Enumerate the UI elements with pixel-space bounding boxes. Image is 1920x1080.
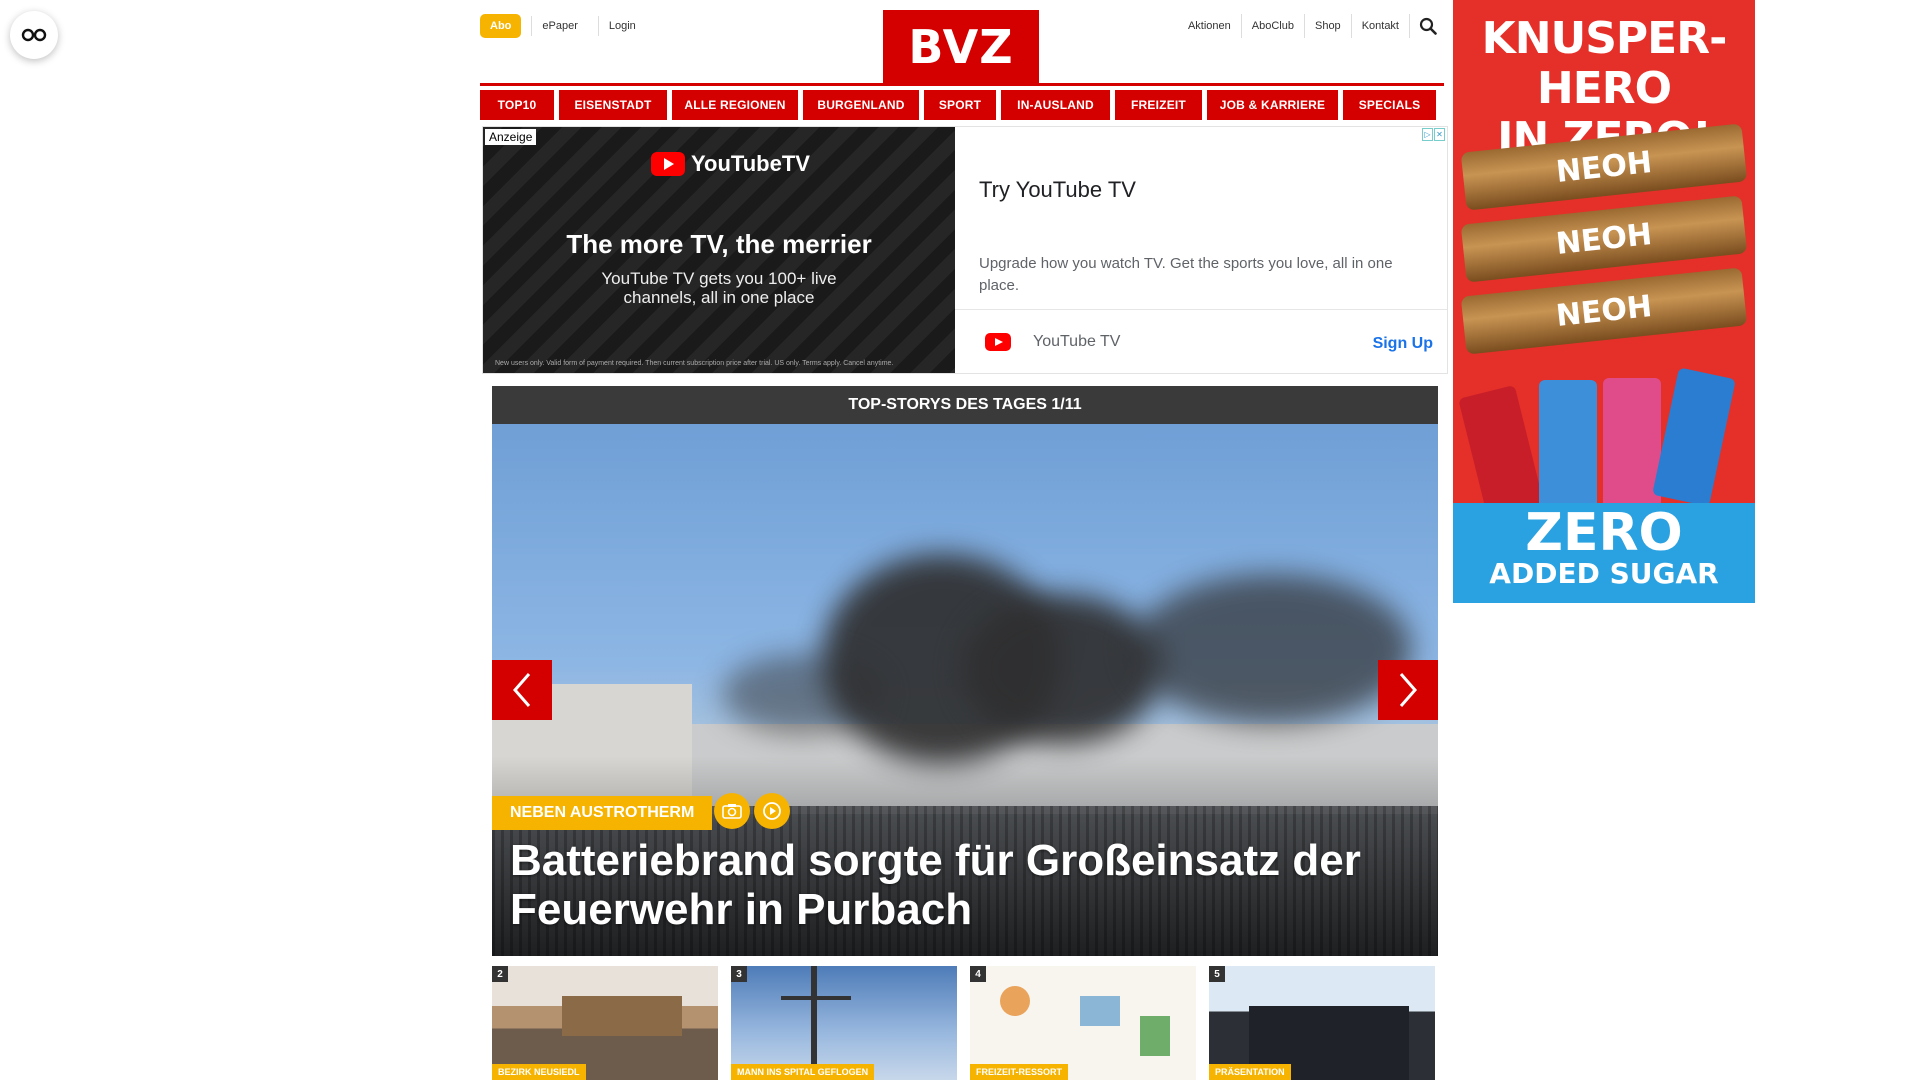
nav-alle-regionen[interactable]: ALLE REGIONEN bbox=[672, 90, 798, 120]
shop-link[interactable]: Shop bbox=[1305, 14, 1352, 38]
hero-kicker[interactable]: NEBEN AUSTROTHERM bbox=[492, 796, 713, 830]
header-left-links: Abo ePaper Login bbox=[480, 14, 646, 38]
story-thumbnail[interactable]: 4 FREIZEIT-RESSORT bbox=[970, 966, 1196, 1080]
nav-in-ausland[interactable]: IN-AUSLAND bbox=[1001, 90, 1110, 120]
carousel-next-button[interactable] bbox=[1378, 660, 1438, 720]
search-icon bbox=[1419, 17, 1437, 35]
hero-headline[interactable]: Batteriebrand sorgte für Großeinsatz der… bbox=[510, 836, 1410, 934]
site-logo[interactable]: BVZ bbox=[883, 10, 1039, 84]
youtube-tv-brand: YouTubeTV bbox=[691, 151, 810, 176]
ad-advertiser-name: YouTube TV bbox=[1033, 333, 1121, 350]
thumbnail-kicker: MANN INS SPITAL GEFLOGEN bbox=[731, 1064, 875, 1080]
reader-mode-button[interactable] bbox=[10, 11, 58, 59]
aktionen-link[interactable]: Aktionen bbox=[1178, 14, 1242, 38]
product-pack bbox=[1539, 380, 1597, 510]
ad-signup-button[interactable]: Sign Up bbox=[1373, 335, 1433, 353]
nav-eisenstadt[interactable]: EISENSTADT bbox=[559, 90, 667, 120]
ad-subline: YouTube TV gets you 100+ live channels, … bbox=[601, 269, 837, 307]
product-pack bbox=[1652, 367, 1736, 507]
video-badge bbox=[754, 793, 790, 829]
hero-image-smoke bbox=[962, 594, 1162, 744]
ad-text-panel[interactable]: Try YouTube TV Upgrade how you watch TV.… bbox=[955, 127, 1447, 373]
thumbnail-image-crossbar bbox=[781, 996, 851, 1000]
ad-close-icon[interactable]: ✕ bbox=[1434, 128, 1445, 141]
nav-specials[interactable]: SPECIALS bbox=[1343, 90, 1436, 120]
header-divider bbox=[480, 83, 1444, 86]
main-navigation: TOP10 EISENSTADT ALLE REGIONEN BURGENLAN… bbox=[480, 90, 1444, 120]
youtube-icon bbox=[985, 333, 1011, 351]
thumbnail-number: 5 bbox=[1209, 966, 1225, 982]
thumbnail-kicker: PRÄSENTATION bbox=[1209, 1064, 1291, 1080]
thumbnail-number: 2 bbox=[492, 966, 508, 982]
story-thumbnail[interactable]: 2 BEZIRK NEUSIEDL bbox=[492, 966, 718, 1080]
story-thumbnail[interactable]: 5 PRÄSENTATION bbox=[1209, 966, 1435, 1080]
thumbnail-image-pole bbox=[811, 966, 817, 1080]
youtube-play-icon bbox=[651, 152, 685, 176]
thumbnail-number: 3 bbox=[731, 966, 747, 982]
product-bar: NEOH bbox=[1460, 195, 1748, 283]
nav-freizeit[interactable]: FREIZEIT bbox=[1115, 90, 1202, 120]
ad-skyscraper[interactable]: KNUSPER-HERO IN ZERO! NEOH NEOH NEOH ZER… bbox=[1453, 0, 1755, 603]
youtube-tv-logo: YouTubeTV bbox=[651, 151, 810, 177]
thumbnail-image-illustration bbox=[1140, 1016, 1170, 1056]
ad-creative[interactable]: Anzeige YouTubeTV The more TV, the merri… bbox=[483, 127, 955, 373]
epaper-link[interactable]: ePaper bbox=[531, 16, 587, 36]
side-ad-sugar: ADDED SUGAR bbox=[1489, 557, 1719, 590]
side-ad-footer: ZERO ADDED SUGAR bbox=[1453, 503, 1755, 603]
search-button[interactable] bbox=[1414, 12, 1442, 40]
nav-sport[interactable]: SPORT bbox=[924, 90, 996, 120]
top-stories-header: TOP-STORYS DES TAGES 1/11 bbox=[492, 386, 1438, 424]
ad-divider bbox=[955, 309, 1447, 310]
hero-image-smoke bbox=[722, 654, 882, 734]
header-right-links: Aktionen AboClub Shop Kontakt bbox=[1178, 12, 1442, 40]
aboclub-link[interactable]: AboClub bbox=[1242, 14, 1305, 38]
carousel-prev-button[interactable] bbox=[492, 660, 552, 720]
adchoices[interactable]: ▷ ✕ bbox=[1422, 128, 1445, 141]
kontakt-link[interactable]: Kontakt bbox=[1352, 14, 1410, 38]
nav-job-karriere[interactable]: JOB & KARRIERE bbox=[1207, 90, 1338, 120]
product-bar: NEOH bbox=[1460, 267, 1748, 355]
hero-image-smoke bbox=[1132, 574, 1412, 724]
chevron-left-icon bbox=[513, 673, 531, 707]
abo-button[interactable]: Abo bbox=[480, 14, 522, 38]
thumbnail-number: 4 bbox=[970, 966, 986, 982]
ad-description: Upgrade how you watch TV. Get the sports… bbox=[979, 255, 1393, 294]
ad-banner-top[interactable]: Anzeige YouTubeTV The more TV, the merri… bbox=[482, 126, 1448, 374]
chevron-right-icon bbox=[1399, 673, 1417, 707]
story-thumbnails: 2 BEZIRK NEUSIEDL 3 MANN INS SPITAL GEFL… bbox=[492, 966, 1438, 1080]
thumbnail-kicker: BEZIRK NEUSIEDL bbox=[492, 1064, 586, 1080]
thumbnail-image-illustration bbox=[1080, 996, 1120, 1026]
gallery-badge bbox=[714, 793, 750, 829]
side-ad-zero: ZERO bbox=[1525, 503, 1683, 563]
thumbnail-image-illustration bbox=[1000, 986, 1030, 1016]
login-link[interactable]: Login bbox=[597, 16, 646, 36]
ad-headline: The more TV, the merrier bbox=[566, 229, 872, 259]
story-thumbnail[interactable]: 3 MANN INS SPITAL GEFLOGEN bbox=[731, 966, 957, 1080]
nav-top10[interactable]: TOP10 bbox=[480, 90, 554, 120]
ad-advertiser: YouTube TV bbox=[985, 333, 1120, 351]
site-header: Abo ePaper Login BVZ Aktionen AboClub Sh… bbox=[480, 0, 1442, 84]
nav-burgenland[interactable]: BURGENLAND bbox=[803, 90, 919, 120]
side-ad-title-line1: KNUSPER-HERO bbox=[1481, 13, 1728, 114]
ad-title[interactable]: Try YouTube TV bbox=[979, 177, 1136, 203]
hero-story[interactable]: NEBEN AUSTROTHERM Batteriebrand sorgte f… bbox=[492, 424, 1438, 956]
thumbnail-kicker: FREIZEIT-RESSORT bbox=[970, 1064, 1069, 1080]
ad-label: Anzeige bbox=[485, 129, 537, 145]
glasses-icon bbox=[21, 28, 47, 42]
camera-icon bbox=[722, 804, 742, 819]
thumbnail-image-office bbox=[562, 996, 682, 1036]
ad-fineprint: New users only. Valid form of payment re… bbox=[495, 360, 894, 367]
play-circle-icon bbox=[763, 802, 781, 820]
adchoices-icon[interactable]: ▷ bbox=[1422, 128, 1433, 141]
